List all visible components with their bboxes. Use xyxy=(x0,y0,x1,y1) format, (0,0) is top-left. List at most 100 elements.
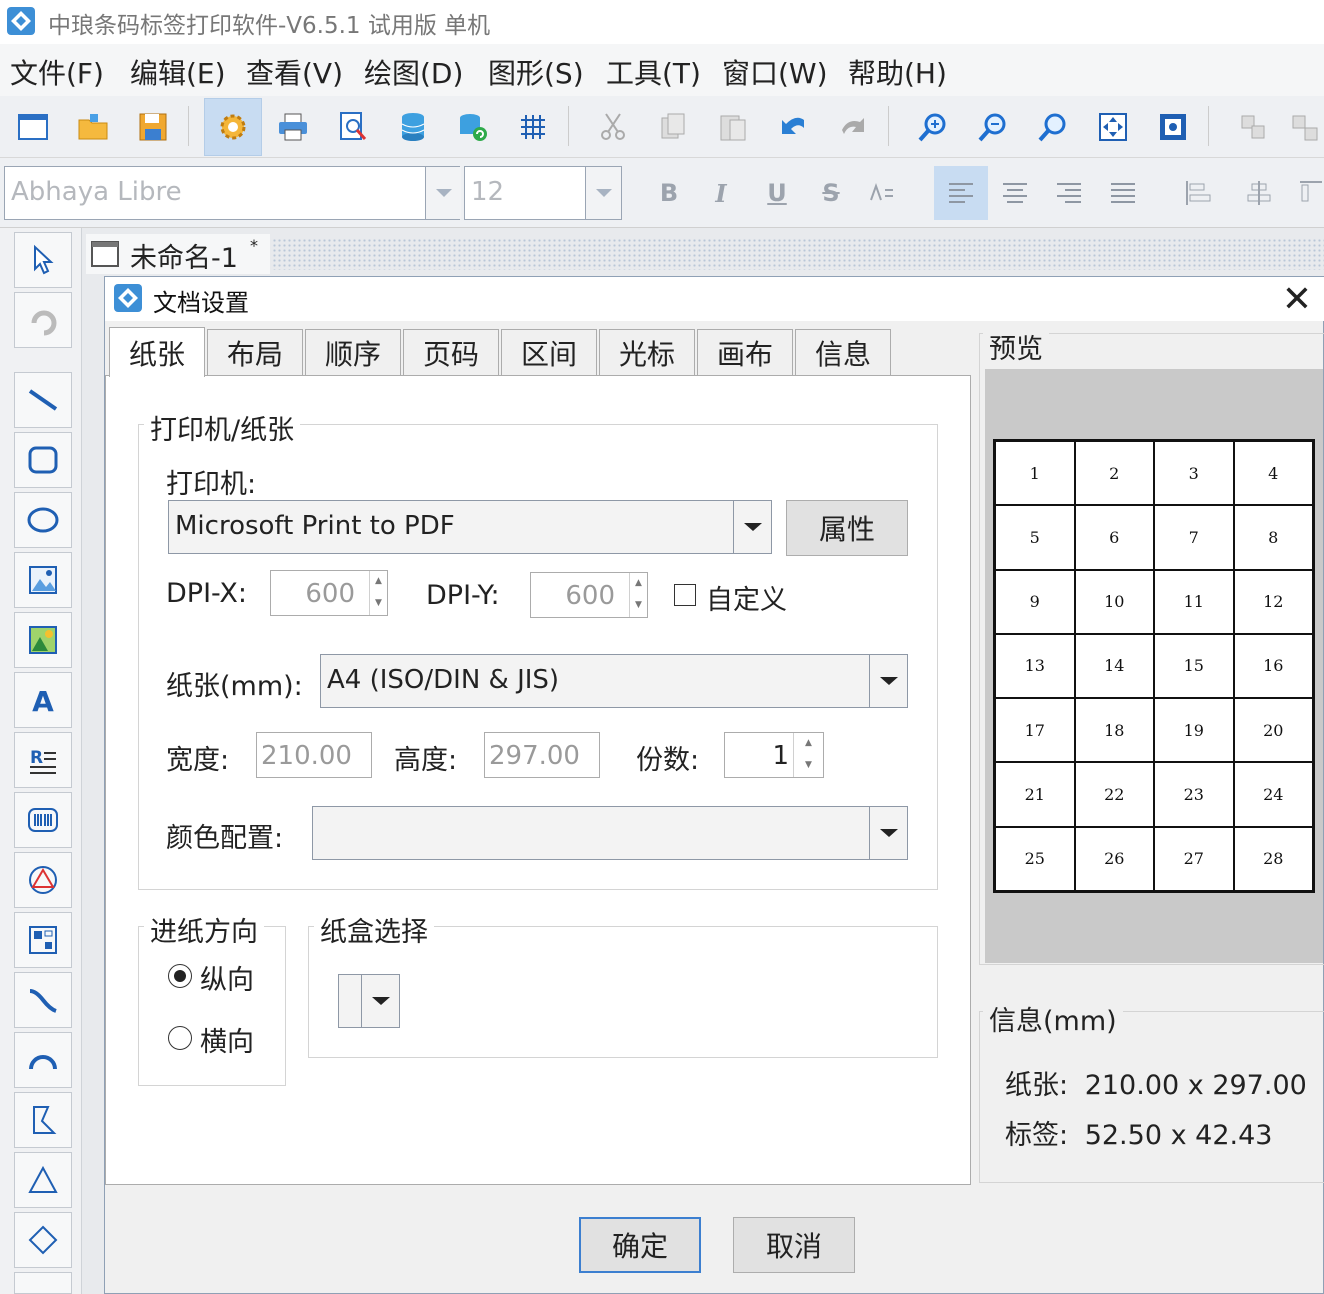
dpi-x-spinner[interactable]: ▲ ▼ xyxy=(369,571,387,615)
rich-text-icon: R xyxy=(30,748,56,774)
menu-window[interactable]: 窗口(W) xyxy=(722,52,828,92)
line-tool[interactable] xyxy=(14,372,72,428)
tab-canvas[interactable]: 画布 xyxy=(697,329,793,375)
info-label-label: 标签: xyxy=(1005,1120,1069,1151)
triangle-icon xyxy=(28,1165,58,1193)
ellipse-icon xyxy=(27,507,59,533)
align-center-button[interactable] xyxy=(992,170,1038,216)
menu-shape[interactable]: 图形(S) xyxy=(488,52,584,92)
justify-button[interactable] xyxy=(1100,170,1146,216)
tab-info[interactable]: 信息 xyxy=(795,329,891,375)
fit-page-button[interactable] xyxy=(1084,98,1142,156)
dpi-y-spinner[interactable]: ▲ ▼ xyxy=(629,573,647,617)
open-button[interactable] xyxy=(64,98,122,156)
actual-size-button[interactable] xyxy=(1144,98,1202,156)
paste-button[interactable] xyxy=(704,98,762,156)
group-button[interactable] xyxy=(1224,98,1282,156)
database-refresh-icon xyxy=(460,114,487,141)
align-objects-center-button[interactable] xyxy=(1236,170,1282,216)
cut-button[interactable] xyxy=(584,98,642,156)
print-button[interactable] xyxy=(264,98,322,156)
redo-button[interactable] xyxy=(824,98,882,156)
arc-tool[interactable] xyxy=(14,1032,72,1088)
drawing-tools-palette: A R xyxy=(0,228,82,1294)
dpi-x-input[interactable]: 600 ▲ ▼ xyxy=(270,570,388,616)
font-name-select[interactable]: Abhaya Libre xyxy=(4,166,461,220)
color-profile-select[interactable] xyxy=(312,806,908,860)
ungroup-button[interactable] xyxy=(1284,98,1324,156)
char-spacing-button[interactable] xyxy=(860,170,906,216)
database-button[interactable] xyxy=(384,98,442,156)
close-button[interactable]: ✕ xyxy=(1277,279,1317,320)
label-size-row: 标签: 52.50 x 42.43 xyxy=(1005,1113,1272,1152)
menu-help[interactable]: 帮助(H) xyxy=(848,52,947,92)
paper-select[interactable]: A4 (ISO/DIN & JIS) xyxy=(320,654,908,708)
ellipse-tool[interactable] xyxy=(14,492,72,548)
align-right-button[interactable] xyxy=(1046,170,1092,216)
copies-input[interactable]: 1 ▲ ▼ xyxy=(724,732,824,778)
menu-file[interactable]: 文件(F) xyxy=(10,52,104,92)
zoom-button[interactable] xyxy=(1024,98,1082,156)
text-tool[interactable]: A xyxy=(14,672,72,728)
more-tools[interactable] xyxy=(14,1272,72,1294)
bold-button[interactable]: B xyxy=(646,170,692,216)
rectangle-tool[interactable] xyxy=(14,432,72,488)
menu-edit[interactable]: 编辑(E) xyxy=(130,52,226,92)
chevron-down-icon xyxy=(585,167,621,219)
image-tool[interactable] xyxy=(14,552,72,608)
properties-button[interactable]: 属性 xyxy=(786,500,908,556)
qrcode-tool[interactable] xyxy=(14,852,72,908)
printer-select[interactable]: Microsoft Print to PDF xyxy=(168,500,772,554)
width-input[interactable]: 210.00 xyxy=(256,732,372,778)
zoom-in-button[interactable] xyxy=(904,98,962,156)
undo-button[interactable] xyxy=(764,98,822,156)
menu-view[interactable]: 查看(V) xyxy=(246,52,343,92)
dialog-app-icon xyxy=(114,284,142,312)
font-size-select[interactable]: 12 xyxy=(464,166,622,220)
align-left-button[interactable] xyxy=(934,166,988,220)
height-input[interactable]: 297.00 xyxy=(484,732,600,778)
align-objects-left-button[interactable] xyxy=(1176,170,1222,216)
tab-page-number[interactable]: 页码 xyxy=(403,329,499,375)
tab-range[interactable]: 区间 xyxy=(501,329,597,375)
tray-select[interactable] xyxy=(338,974,400,1028)
pointer-icon xyxy=(34,244,54,275)
diamond-tool[interactable] xyxy=(14,1212,72,1268)
database-settings-button[interactable] xyxy=(444,98,502,156)
document-settings-button[interactable] xyxy=(204,98,262,156)
barcode-tool[interactable] xyxy=(14,792,72,848)
document-window-icon xyxy=(91,241,119,267)
menu-draw[interactable]: 绘图(D) xyxy=(364,52,463,92)
tab-paper[interactable]: 纸张 xyxy=(109,327,205,377)
align-objects-top-button[interactable] xyxy=(1296,170,1324,216)
tab-cursor[interactable]: 光标 xyxy=(599,329,695,375)
copy-button[interactable] xyxy=(644,98,702,156)
underline-button[interactable]: U xyxy=(754,170,800,216)
landscape-radio[interactable] xyxy=(168,1026,192,1050)
polygon-tool[interactable] xyxy=(14,1092,72,1148)
custom-dpi-checkbox[interactable] xyxy=(674,584,696,606)
dpi-y-input[interactable]: 600 ▲ ▼ xyxy=(530,572,648,618)
qr-code-tool[interactable] xyxy=(14,912,72,968)
rich-text-tool[interactable]: R xyxy=(14,732,72,788)
select-tool[interactable] xyxy=(14,232,72,288)
italic-button[interactable]: I xyxy=(698,170,744,216)
curve-tool[interactable] xyxy=(14,972,72,1028)
cancel-button[interactable]: 取消 xyxy=(733,1217,855,1273)
triangle-tool[interactable] xyxy=(14,1152,72,1208)
copies-spinner[interactable]: ▲ ▼ xyxy=(793,733,823,777)
menu-tools[interactable]: 工具(T) xyxy=(606,52,701,92)
portrait-radio[interactable] xyxy=(168,964,192,988)
tab-order[interactable]: 顺序 xyxy=(305,329,401,375)
new-document-button[interactable] xyxy=(4,98,62,156)
strikethrough-button[interactable]: S xyxy=(808,170,854,216)
tab-layout[interactable]: 布局 xyxy=(207,329,303,375)
rotate-tool[interactable] xyxy=(14,292,72,348)
grid-button[interactable] xyxy=(504,98,562,156)
save-button[interactable] xyxy=(124,98,182,156)
document-tab[interactable]: 未命名-1 * xyxy=(86,234,270,274)
zoom-out-button[interactable] xyxy=(964,98,1022,156)
ok-button[interactable]: 确定 xyxy=(579,1217,701,1273)
print-preview-button[interactable] xyxy=(324,98,382,156)
picture-tool[interactable] xyxy=(14,612,72,668)
